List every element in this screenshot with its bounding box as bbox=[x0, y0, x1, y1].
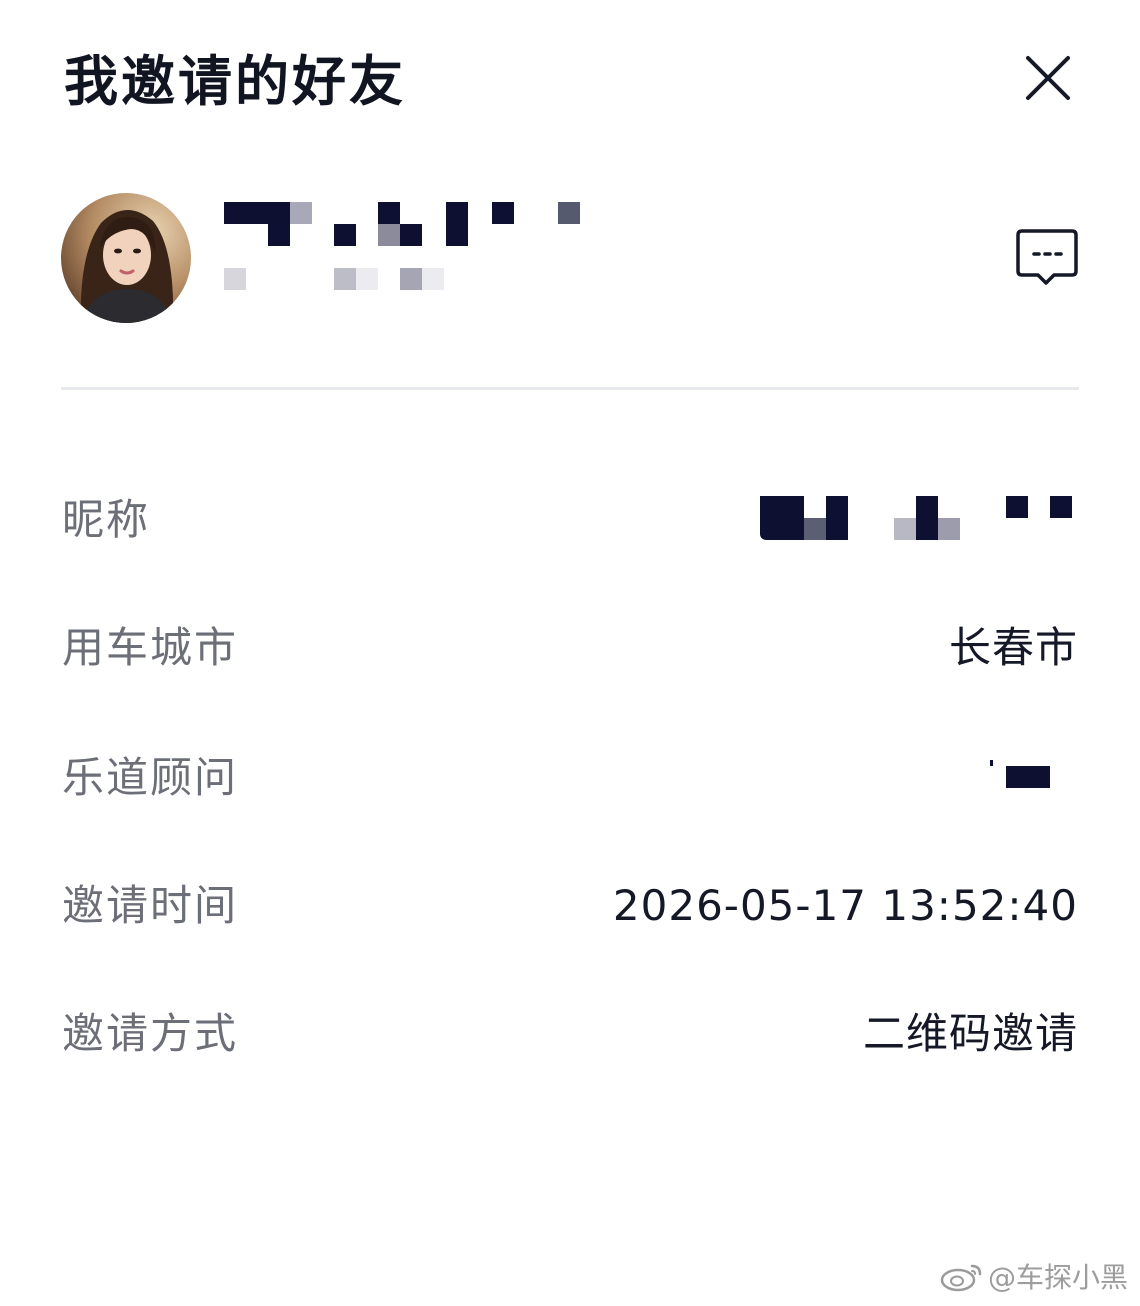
nickname-label: 昵称 bbox=[62, 495, 151, 544]
weibo-logo-icon bbox=[940, 1264, 982, 1292]
invite-time-label: 邀请时间 bbox=[62, 881, 239, 930]
message-icon bbox=[1016, 229, 1078, 285]
city-value: 长春市 bbox=[948, 623, 1078, 672]
message-button[interactable] bbox=[1014, 225, 1080, 291]
invite-method-label: 邀请方式 bbox=[62, 1009, 239, 1058]
avatar[interactable] bbox=[61, 193, 191, 323]
invite-time-value: 2026-05-17 13:52:40 bbox=[612, 881, 1078, 930]
username-redacted bbox=[220, 198, 590, 298]
watermark-text: @车探小黑 bbox=[987, 1261, 1128, 1294]
close-button[interactable] bbox=[1012, 44, 1082, 114]
close-icon bbox=[1026, 56, 1070, 100]
city-label: 用车城市 bbox=[62, 623, 239, 672]
advisor-value-redacted bbox=[990, 758, 1060, 794]
nickname-value-redacted bbox=[758, 494, 1078, 542]
invite-method-value: 二维码邀请 bbox=[862, 1009, 1078, 1058]
title: 我邀请的好友 bbox=[64, 50, 406, 113]
watermark: @车探小黑 bbox=[940, 1256, 1128, 1296]
divider bbox=[61, 387, 1079, 390]
advisor-label: 乐道顾问 bbox=[62, 753, 239, 802]
